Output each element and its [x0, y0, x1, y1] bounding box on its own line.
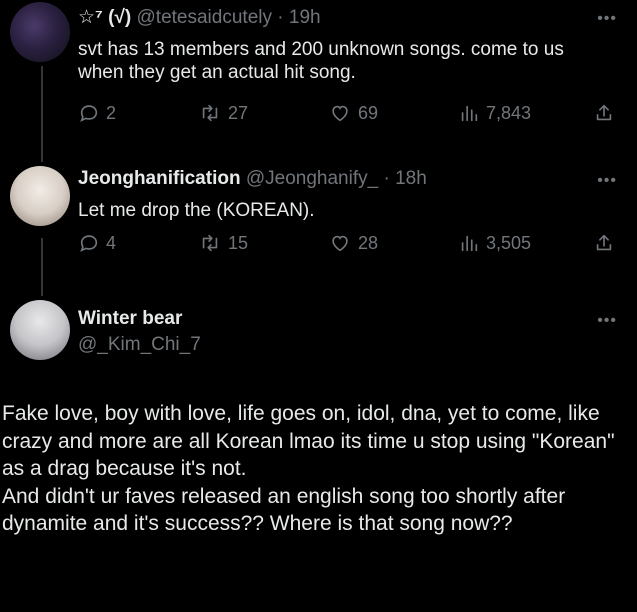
handle[interactable]: @Jeonghanify_	[246, 168, 378, 189]
tweet-header: Jeonghanification @Jeonghanify_ · 18h	[78, 168, 427, 190]
display-name[interactable]: ☆⁷ (√)	[78, 7, 131, 28]
more-icon[interactable]: •••	[597, 312, 617, 330]
retweet-icon	[202, 104, 218, 122]
separator-dot: ·	[277, 7, 284, 28]
like-button[interactable]: 28	[328, 232, 378, 254]
reply-button[interactable]: 4	[78, 232, 116, 254]
avatar[interactable]	[10, 300, 70, 360]
tweet-text: Let me drop the (KOREAN).	[78, 200, 315, 221]
views-icon	[461, 235, 478, 252]
more-icon[interactable]: •••	[597, 172, 617, 190]
reply-button[interactable]: 2	[78, 102, 116, 124]
like-count: 69	[358, 102, 379, 123]
reply-icon	[80, 105, 98, 122]
tweet-actions: 2 27 69 7,843	[78, 102, 618, 130]
handle[interactable]: @tetesaidcutely	[137, 7, 272, 28]
share-icon	[596, 234, 612, 251]
retweet-count: 15	[228, 232, 249, 253]
separator-dot: ·	[383, 168, 390, 189]
like-icon	[332, 105, 348, 122]
retweet-button[interactable]: 15	[198, 232, 248, 254]
retweet-icon	[202, 234, 218, 252]
tweet-1[interactable]: ☆⁷ (√) @tetesaidcutely · 19h ••• svt has…	[0, 0, 637, 150]
display-name[interactable]: Winter bear	[78, 308, 201, 330]
reply-count: 2	[106, 102, 117, 123]
views-button[interactable]: 7,843	[458, 102, 531, 124]
like-icon	[332, 235, 348, 252]
retweet-button[interactable]: 27	[198, 102, 248, 124]
display-name[interactable]: Jeonghanification	[78, 168, 241, 189]
avatar[interactable]	[10, 2, 70, 62]
views-count: 3,505	[486, 232, 532, 253]
like-count: 28	[358, 232, 379, 253]
tweet-header: ☆⁷ (√) @tetesaidcutely · 19h	[78, 6, 321, 29]
tweet-text: svt has 13 members and 200 unknown songs…	[78, 39, 564, 83]
views-button[interactable]: 3,505	[458, 232, 531, 254]
views-count: 7,843	[486, 102, 532, 123]
more-icon[interactable]: •••	[597, 10, 617, 28]
share-icon	[596, 104, 612, 121]
tweet-header: Winter bear @_Kim_Chi_7	[78, 308, 201, 356]
tweet-text: Fake love, boy with love, life goes on, …	[2, 402, 615, 535]
avatar[interactable]	[10, 166, 70, 226]
retweet-count: 27	[228, 102, 249, 123]
like-button[interactable]: 69	[328, 102, 378, 124]
timestamp[interactable]: 18h	[395, 168, 427, 189]
reply-icon	[80, 235, 98, 252]
tweet-actions: 4 15 28 3,505	[78, 232, 618, 260]
share-button[interactable]	[593, 232, 615, 254]
share-button[interactable]	[593, 102, 615, 124]
reply-count: 4	[106, 232, 117, 253]
handle[interactable]: @_Kim_Chi_7	[78, 334, 201, 356]
views-icon	[461, 105, 478, 122]
tweet-2[interactable]: Jeonghanification @Jeonghanify_ · 18h ••…	[0, 160, 637, 280]
timestamp[interactable]: 19h	[289, 7, 321, 28]
